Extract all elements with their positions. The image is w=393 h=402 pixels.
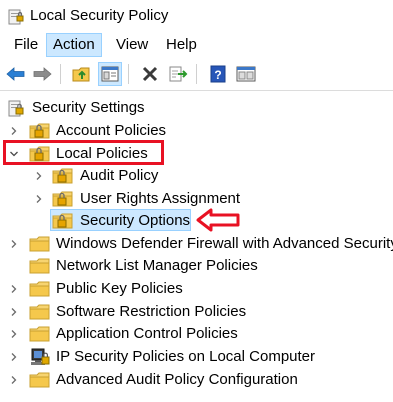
chevron-right-icon[interactable]	[9, 284, 19, 294]
locked-folder-icon	[29, 123, 50, 139]
back-button[interactable]	[4, 62, 28, 86]
chevron-right-icon[interactable]	[9, 352, 19, 362]
help-icon: ?	[210, 65, 226, 83]
export-list-icon	[169, 66, 188, 82]
tree-item-label: Network List Manager Policies	[56, 257, 258, 274]
back-arrow-icon	[6, 67, 25, 81]
tree-item-label: User Rights Assignment	[80, 190, 241, 207]
menu-file[interactable]: File	[8, 33, 44, 57]
export-list-button[interactable]	[166, 62, 190, 86]
menu-bar: File Action View Help	[0, 32, 393, 58]
security-settings-icon	[8, 100, 24, 117]
folder-icon	[29, 372, 50, 388]
tree-item-label: IP Security Policies on Local Computer	[56, 348, 316, 365]
tree-item[interactable]: Account Policies	[0, 120, 393, 142]
locked-folder-icon	[52, 213, 73, 229]
security-policy-icon	[8, 9, 24, 25]
delete-button[interactable]	[138, 62, 162, 86]
help-button[interactable]: ?	[206, 62, 230, 86]
tree-item-label: Security Options	[80, 212, 191, 229]
tree-item-label: Public Key Policies	[56, 280, 183, 297]
folder-icon	[29, 258, 50, 274]
locked-folder-icon	[52, 191, 73, 207]
properties-icon	[236, 66, 256, 82]
forward-arrow-icon	[33, 67, 52, 81]
folder-icon	[29, 304, 50, 320]
tree-item-label: Application Control Policies	[56, 325, 238, 342]
annotation-highlight-box	[3, 140, 164, 165]
tree-item[interactable]: Windows Defender Firewall with Advanced …	[0, 233, 393, 255]
tree-item-label: Audit Policy	[80, 167, 159, 184]
chevron-right-icon[interactable]	[9, 126, 19, 136]
toolbar-separator	[196, 64, 197, 84]
locked-folder-icon	[52, 168, 73, 184]
window-title: Local Security Policy	[30, 7, 169, 24]
tree-item-label: Windows Defender Firewall with Advanced …	[56, 235, 393, 252]
chevron-right-icon[interactable]	[34, 194, 44, 204]
menu-help[interactable]: Help	[160, 33, 203, 57]
chevron-right-icon[interactable]	[9, 239, 19, 249]
toolbar-separator	[60, 64, 61, 84]
toolbar: ?	[0, 58, 393, 90]
chevron-right-icon[interactable]	[9, 329, 19, 339]
tree-item-label: Account Policies	[56, 122, 167, 139]
chevron-right-icon[interactable]	[9, 307, 19, 317]
tree-item[interactable]: Public Key Policies	[0, 278, 393, 300]
ip-security-icon	[31, 348, 50, 365]
forward-button[interactable]	[30, 62, 54, 86]
up-one-level-button[interactable]	[70, 62, 94, 86]
tree-label: Security Settings	[32, 99, 145, 116]
menu-view[interactable]: View	[110, 33, 154, 57]
tree-item[interactable]: IP Security Policies on Local Computer	[0, 346, 393, 368]
menu-action[interactable]: Action	[46, 33, 102, 57]
chevron-right-icon[interactable]	[9, 375, 19, 385]
tree-item[interactable]: Audit Policy	[0, 165, 393, 187]
tree-item-label: Advanced Audit Policy Configuration	[56, 371, 298, 388]
title-bar: Local Security Policy	[0, 0, 393, 32]
folder-icon	[29, 326, 50, 342]
tree-item[interactable]: Advanced Audit Policy Configuration	[0, 369, 393, 391]
show-hide-tree-icon	[101, 66, 119, 82]
annotation-arrow	[196, 208, 240, 232]
tree-item[interactable]: Application Control Policies	[0, 323, 393, 345]
chevron-right-icon[interactable]	[34, 171, 44, 181]
svg-text:?: ?	[214, 68, 221, 82]
delete-icon	[142, 66, 158, 82]
properties-button[interactable]	[234, 62, 258, 86]
up-folder-icon	[72, 67, 90, 82]
show-hide-console-tree-button[interactable]	[98, 62, 122, 86]
folder-icon	[29, 236, 50, 252]
console-tree: Security Settings Account Policies Local …	[0, 90, 393, 402]
tree-root-security-settings[interactable]: Security Settings	[0, 97, 393, 119]
tree-item[interactable]: Software Restriction Policies	[0, 301, 393, 323]
toolbar-separator	[128, 64, 129, 84]
folder-icon	[29, 281, 50, 297]
tree-item-label: Software Restriction Policies	[56, 303, 247, 320]
tree-item[interactable]: Network List Manager Policies	[0, 255, 393, 277]
